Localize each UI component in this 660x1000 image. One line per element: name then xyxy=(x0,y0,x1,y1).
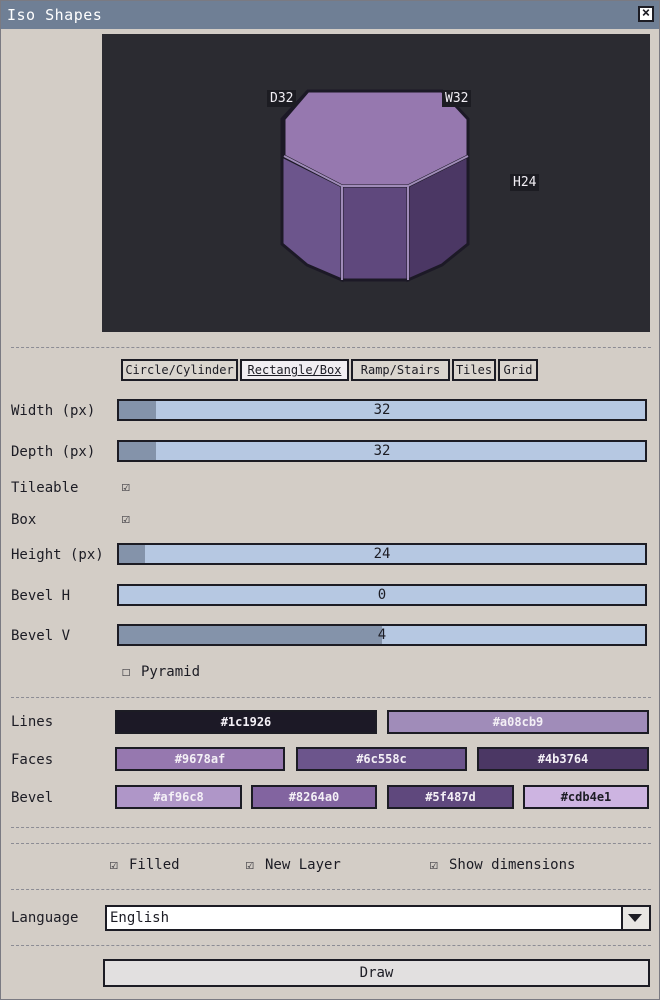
tileable-checkbox[interactable]: ☑ xyxy=(119,480,133,494)
lines-color-2[interactable]: #a08cb9 xyxy=(387,710,649,734)
width-slider[interactable]: 32 xyxy=(117,399,647,421)
window-title: Iso Shapes xyxy=(7,6,103,24)
divider xyxy=(11,945,651,946)
new-layer-label: New Layer xyxy=(265,857,341,873)
box-label: Box xyxy=(11,512,37,528)
bevel-h-slider[interactable]: 0 xyxy=(117,584,647,606)
bevel-color-3[interactable]: #5f487d xyxy=(387,785,514,809)
filled-checkbox[interactable]: ☑ xyxy=(107,858,121,872)
new-layer-checkbox[interactable]: ☑ xyxy=(243,858,257,872)
bevel-color-1[interactable]: #af96c8 xyxy=(115,785,242,809)
height-slider[interactable]: 24 xyxy=(117,543,647,565)
tileable-label: Tileable xyxy=(11,480,79,496)
depth-slider[interactable]: 32 xyxy=(117,440,647,462)
lines-color-1[interactable]: #1c1926 xyxy=(115,710,377,734)
lines-label: Lines xyxy=(11,714,54,730)
filled-label: Filled xyxy=(129,857,180,873)
language-select[interactable]: English xyxy=(105,905,651,931)
box-checkbox[interactable]: ☑ xyxy=(119,512,133,526)
bevel-label: Bevel xyxy=(11,790,54,806)
depth-dimension-label: D32 xyxy=(267,90,297,107)
width-value: 32 xyxy=(373,402,391,418)
bevel-v-label: Bevel V xyxy=(11,628,71,644)
tab-ramp-stairs[interactable]: Ramp/Stairs xyxy=(351,359,450,381)
pyramid-checkbox[interactable]: ☐ xyxy=(119,665,133,679)
depth-label: Depth (px) xyxy=(11,444,96,460)
bevel-h-value: 0 xyxy=(377,587,387,603)
show-dimensions-checkbox[interactable]: ☑ xyxy=(427,858,441,872)
close-icon[interactable]: × xyxy=(638,6,654,22)
divider xyxy=(11,697,651,698)
show-dimensions-label: Show dimensions xyxy=(449,857,576,873)
bevel-v-value: 4 xyxy=(377,627,387,643)
tab-grid[interactable]: Grid xyxy=(498,359,538,381)
chevron-down-icon[interactable] xyxy=(621,907,649,929)
divider xyxy=(11,347,651,348)
iso-shapes-window: Iso Shapes × D32 W32 H24 Circle/Cylinder xyxy=(0,0,660,1000)
bevel-color-4[interactable]: #cdb4e1 xyxy=(523,785,649,809)
tab-tiles[interactable]: Tiles xyxy=(452,359,496,381)
title-bar[interactable]: Iso Shapes × xyxy=(1,1,659,29)
shape-preview: D32 W32 H24 xyxy=(102,34,650,332)
tab-circle-cylinder[interactable]: Circle/Cylinder xyxy=(121,359,238,381)
preview-canvas xyxy=(280,89,470,283)
width-dimension-label: W32 xyxy=(442,90,472,107)
bevel-color-2[interactable]: #8264a0 xyxy=(251,785,377,809)
width-label: Width (px) xyxy=(11,403,96,419)
height-dimension-label: H24 xyxy=(510,174,540,191)
bevel-h-label: Bevel H xyxy=(11,588,71,604)
faces-label: Faces xyxy=(11,752,54,768)
faces-color-2[interactable]: #6c558c xyxy=(296,747,467,771)
draw-button[interactable]: Draw xyxy=(103,959,650,987)
height-value: 24 xyxy=(373,546,391,562)
faces-color-1[interactable]: #9678af xyxy=(115,747,285,771)
faces-color-3[interactable]: #4b3764 xyxy=(477,747,649,771)
divider xyxy=(11,843,651,844)
language-value: English xyxy=(110,910,170,926)
language-label: Language xyxy=(11,910,79,926)
divider xyxy=(11,827,651,828)
divider xyxy=(11,889,651,890)
tab-rectangle-box[interactable]: Rectangle/Box xyxy=(240,359,349,381)
front-face xyxy=(340,184,410,282)
depth-value: 32 xyxy=(373,443,391,459)
pyramid-label: Pyramid xyxy=(141,664,201,680)
height-label: Height (px) xyxy=(11,547,104,563)
bevel-v-slider[interactable]: 4 xyxy=(117,624,647,646)
